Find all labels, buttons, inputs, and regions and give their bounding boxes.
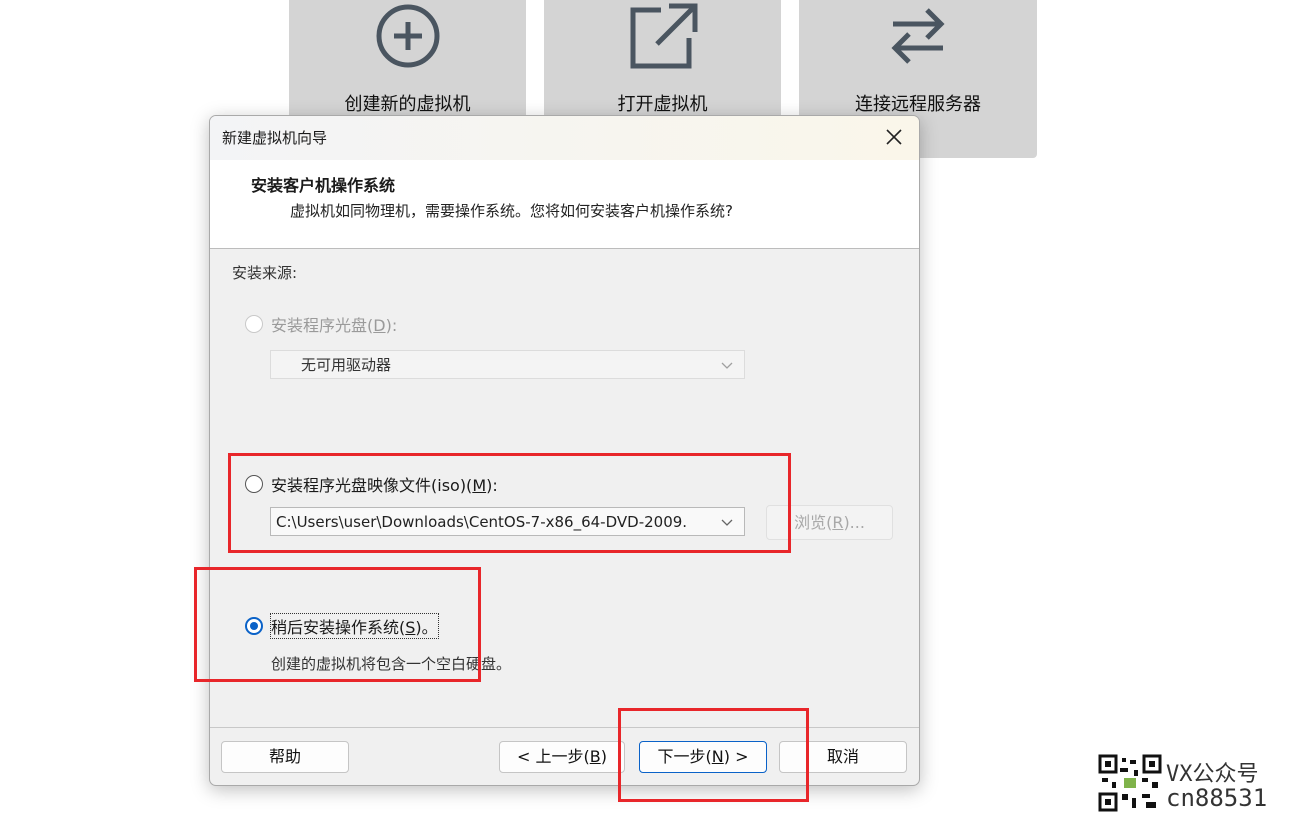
- plus-circle-icon: [376, 4, 439, 68]
- cancel-button[interactable]: 取消: [779, 741, 907, 773]
- install-source-label: 安装来源:: [232, 264, 298, 282]
- wizard-step-subtitle: 虚拟机如同物理机，需要操作系统。您将如何安装客户机操作系统?: [290, 202, 733, 220]
- dialog-title: 新建虚拟机向导: [222, 129, 328, 147]
- help-button[interactable]: 帮助: [221, 741, 349, 773]
- dialog-titlebar: 新建虚拟机向导: [210, 116, 919, 160]
- next-button[interactable]: 下一步(N) >: [639, 741, 767, 773]
- option-install-iso-label: 安装程序光盘映像文件(iso)(M):: [271, 476, 498, 495]
- swap-arrows-icon: [891, 8, 945, 64]
- option-install-disc-label: 安装程序光盘(D):: [271, 316, 398, 335]
- wizard-header: 安装客户机操作系统 虚拟机如同物理机，需要操作系统。您将如何安装客户机操作系统?: [210, 160, 919, 249]
- disc-drive-value: 无可用驱动器: [301, 356, 392, 374]
- browse-button[interactable]: 浏览(R)...: [766, 505, 893, 540]
- new-vm-wizard-dialog: 新建虚拟机向导 安装客户机操作系统 虚拟机如同物理机，需要操作系统。您将如何安装…: [209, 115, 920, 786]
- watermark-line2: cn88531: [1166, 784, 1268, 812]
- option-install-iso[interactable]: 安装程序光盘映像文件(iso)(M):: [245, 472, 498, 496]
- option-install-later-label: 稍后安装操作系统(S)。: [270, 613, 439, 639]
- radio-install-later[interactable]: [245, 617, 263, 635]
- tile-connect-server-label: 连接远程服务器: [855, 94, 981, 115]
- tile-open-vm-label: 打开虚拟机: [617, 94, 708, 115]
- open-external-icon: [630, 3, 697, 69]
- footer-divider: [210, 727, 919, 728]
- chevron-down-icon: [721, 362, 733, 369]
- option-install-later-description: 创建的虚拟机将包含一个空白硬盘。: [271, 655, 512, 673]
- option-install-later[interactable]: 稍后安装操作系统(S)。: [245, 613, 439, 639]
- close-icon[interactable]: [883, 126, 905, 148]
- radio-install-iso[interactable]: [245, 475, 263, 493]
- radio-install-disc[interactable]: [245, 315, 263, 333]
- tile-create-vm-label: 创建新的虚拟机: [344, 94, 471, 115]
- wizard-step-title: 安装客户机操作系统: [251, 176, 396, 195]
- watermark: VX公众号 cn88531: [1098, 754, 1294, 812]
- iso-path-value: C:\Users\user\Downloads\CentOS-7-x86_64-…: [276, 512, 688, 531]
- iso-path-select[interactable]: C:\Users\user\Downloads\CentOS-7-x86_64-…: [270, 507, 745, 536]
- back-button[interactable]: < 上一步(B): [499, 741, 625, 773]
- qr-code-icon: [1098, 754, 1162, 812]
- disc-drive-select[interactable]: 无可用驱动器: [270, 350, 745, 379]
- option-install-disc[interactable]: 安装程序光盘(D):: [245, 312, 397, 336]
- chevron-down-icon: [721, 519, 733, 526]
